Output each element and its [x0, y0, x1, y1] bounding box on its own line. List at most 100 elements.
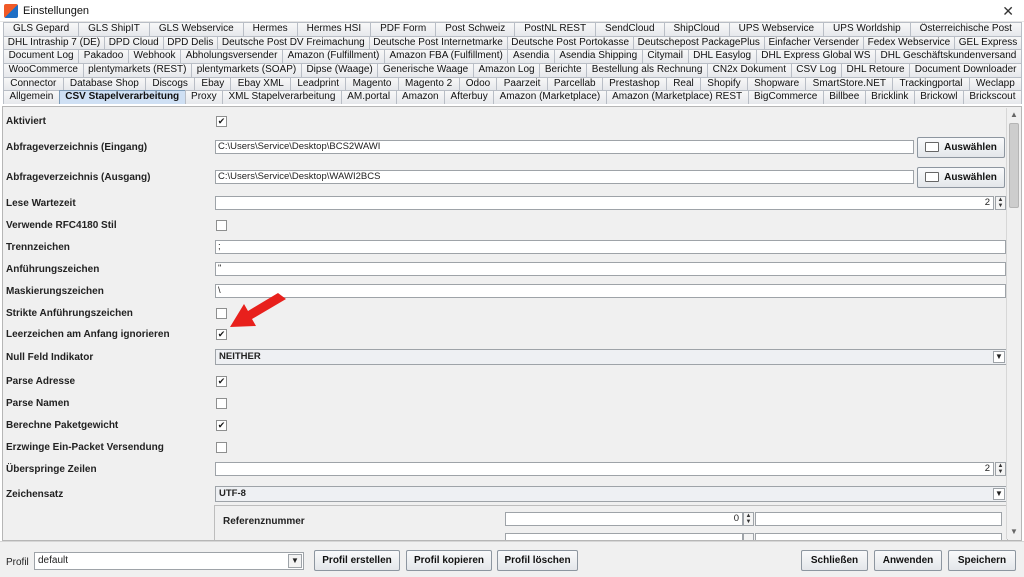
tab-gls-shipit[interactable]: GLS ShipIT [78, 22, 150, 36]
scroll-up-icon[interactable]: ▲ [1008, 109, 1020, 121]
parseadresse-checkbox[interactable]: ✔ [216, 375, 227, 387]
close-button[interactable]: Schließen [801, 550, 868, 571]
profile-delete-button[interactable]: Profil löschen [497, 550, 578, 571]
nested-second-spinner[interactable] [743, 533, 754, 540]
ueberspringe-spinner[interactable]: ▲ ▼ [995, 462, 1006, 476]
tab-bigcommerce[interactable]: BigCommerce [747, 90, 824, 105]
tab-am-portal[interactable]: AM.portal [340, 90, 397, 105]
tab-dhl-geschäftskundenversand[interactable]: DHL Geschäftskundenversand [874, 49, 1022, 64]
tab-woocommerce[interactable]: WooCommerce [3, 63, 84, 77]
tab-amazon-log[interactable]: Amazon Log [472, 63, 541, 77]
tab-sendcloud[interactable]: SendCloud [595, 22, 665, 36]
strikte-checkbox[interactable] [216, 307, 227, 319]
profile-copy-button[interactable]: Profil kopieren [406, 550, 492, 571]
referenz-extra-input[interactable] [755, 512, 1002, 526]
tab-dhl-express-global-ws[interactable]: DHL Express Global WS [755, 49, 876, 64]
tab-dhl-retoure[interactable]: DHL Retoure [840, 63, 911, 77]
tab-fedex-webservice[interactable]: Fedex Webservice [862, 35, 955, 50]
tab-pakadoo[interactable]: Pakadoo [78, 49, 129, 64]
tab-einfacher-versender[interactable]: Einfacher Versender [763, 35, 864, 50]
tab-deutsche-post-dv-freimachung[interactable]: Deutsche Post DV Freimachung [217, 35, 370, 50]
tab-plentymarkets-rest[interactable]: plentymarkets (REST) [82, 63, 193, 77]
einpacket-checkbox[interactable] [216, 441, 227, 453]
tab-postnl-rest[interactable]: PostNL REST [514, 22, 597, 36]
zeichensatz-select[interactable]: UTF-8 ▼ [215, 486, 1007, 502]
tab-parcellab[interactable]: Parcellab [546, 76, 603, 91]
tab-magento-2[interactable]: Magento 2 [397, 76, 460, 91]
tab-cn2x-dokument[interactable]: CN2x Dokument [707, 63, 792, 77]
tab-connector[interactable]: Connector [3, 76, 64, 91]
eingang-select-button[interactable]: Auswählen [917, 136, 1005, 158]
tab-shopware[interactable]: Shopware [746, 76, 807, 91]
tab-document-downloader[interactable]: Document Downloader [909, 63, 1023, 77]
tab-ebay-xml[interactable]: Ebay XML [230, 76, 292, 91]
tab-dpd-cloud[interactable]: DPD Cloud [103, 35, 164, 50]
ausgang-input[interactable]: C:\Users\Service\Desktop\WAWI2BCS [215, 170, 914, 184]
tab-gls-webservice[interactable]: GLS Webservice [148, 22, 244, 36]
tab-amazon-marketplace[interactable]: Amazon (Marketplace) [493, 90, 607, 105]
tab-shipcloud[interactable]: ShipCloud [663, 22, 730, 36]
tab-proxy[interactable]: Proxy [184, 90, 224, 105]
tab-deutschepost-packageplus[interactable]: Deutschepost PackagePlus [632, 35, 765, 50]
tab-abholungsversender[interactable]: Abholungsversender [180, 49, 284, 64]
referenz-spinner[interactable]: ▲ ▼ [743, 512, 754, 526]
tab-asendia[interactable]: Asendia [507, 49, 555, 64]
tab-real[interactable]: Real [665, 76, 702, 91]
tab-allgemein[interactable]: Allgemein [3, 90, 60, 105]
vertical-scrollbar[interactable]: ▲ ▼ [1006, 108, 1020, 539]
tab-csv-stapelverarbeitung[interactable]: CSV Stapelverarbeitung [58, 90, 186, 105]
eingang-input[interactable]: C:\Users\Service\Desktop\BCS2WAWI [215, 140, 914, 154]
tab-österreichische-post[interactable]: Österreichische Post [909, 22, 1022, 36]
apply-button[interactable]: Anwenden [874, 550, 942, 571]
nested-second-extra-input[interactable] [755, 533, 1002, 540]
tab-billbee[interactable]: Billbee [822, 90, 866, 105]
tab-dpd-delis[interactable]: DPD Delis [162, 35, 219, 50]
rfc-checkbox[interactable] [216, 219, 227, 231]
tab-gel-express[interactable]: GEL Express [954, 35, 1023, 50]
tab-bestellung-als-rechnung[interactable]: Bestellung als Rechnung [586, 63, 709, 77]
tab-odoo[interactable]: Odoo [458, 76, 498, 91]
tab-gls-gepard[interactable]: GLS Gepard [3, 22, 80, 36]
tab-paarzeit[interactable]: Paarzeit [496, 76, 548, 91]
tab-hermes-hsi[interactable]: Hermes HSI [296, 22, 372, 36]
parsenamen-checkbox[interactable] [216, 397, 227, 409]
tab-smartstore-net[interactable]: SmartStore.NET [805, 76, 894, 91]
tab-afterbuy[interactable]: Afterbuy [444, 90, 495, 105]
chevron-down-icon[interactable]: ▼ [993, 488, 1005, 500]
tab-ups-worldship[interactable]: UPS Worldship [823, 22, 911, 36]
tab-citymail[interactable]: Citymail [641, 49, 689, 64]
profile-select[interactable]: default ▼ [34, 552, 304, 570]
paketgewicht-checkbox[interactable]: ✔ [216, 419, 227, 431]
tab-weclapp[interactable]: Weclapp [968, 76, 1023, 91]
tab-discogs[interactable]: Discogs [145, 76, 196, 91]
aktiviert-checkbox[interactable]: ✔ [216, 115, 227, 127]
tab-amazon-fba-fulfillment[interactable]: Amazon FBA (Fulfillment) [383, 49, 509, 64]
referenz-input[interactable]: 0 [505, 512, 743, 526]
tab-dhl-intraship-7-de[interactable]: DHL Intraship 7 (DE) [3, 35, 105, 50]
chevron-down-icon[interactable]: ▼ [993, 351, 1005, 363]
scroll-down-icon[interactable]: ▼ [1008, 526, 1020, 538]
trennzeichen-input[interactable]: ; [215, 240, 1006, 254]
tab-asendia-shipping[interactable]: Asendia Shipping [553, 49, 643, 64]
nested-second-input[interactable] [505, 533, 743, 540]
tab-ebay[interactable]: Ebay [194, 76, 232, 91]
tab-xml-stapelverarbeitung[interactable]: XML Stapelverarbeitung [222, 90, 342, 105]
tab-prestashop[interactable]: Prestashop [601, 76, 667, 91]
tab-amazon-marketplace-rest[interactable]: Amazon (Marketplace) REST [605, 90, 749, 105]
tab-generische-waage[interactable]: Generische Waage [377, 63, 474, 77]
nullfeld-select[interactable]: NEITHER ▼ [215, 349, 1007, 365]
ausgang-select-button[interactable]: Auswählen [917, 166, 1005, 188]
profile-create-button[interactable]: Profil erstellen [314, 550, 400, 571]
chevron-down-icon[interactable]: ▼ [288, 554, 302, 568]
tab-plentymarkets-soap[interactable]: plentymarkets (SOAP) [191, 63, 302, 77]
tab-deutsche-post-internetmarke[interactable]: Deutsche Post Internetmarke [368, 35, 508, 50]
tab-ups-webservice[interactable]: UPS Webservice [728, 22, 825, 36]
tab-magento[interactable]: Magento [345, 76, 399, 91]
tab-bricklink[interactable]: Bricklink [864, 90, 915, 105]
tab-pdf-form[interactable]: PDF Form [370, 22, 437, 36]
tab-deutsche-post-portokasse[interactable]: Deutsche Post Portokasse [506, 35, 634, 50]
tab-webhook[interactable]: Webhook [127, 49, 182, 64]
tab-brickowl[interactable]: Brickowl [913, 90, 964, 105]
scroll-thumb[interactable] [1009, 123, 1019, 208]
tab-document-log[interactable]: Document Log [3, 49, 80, 64]
